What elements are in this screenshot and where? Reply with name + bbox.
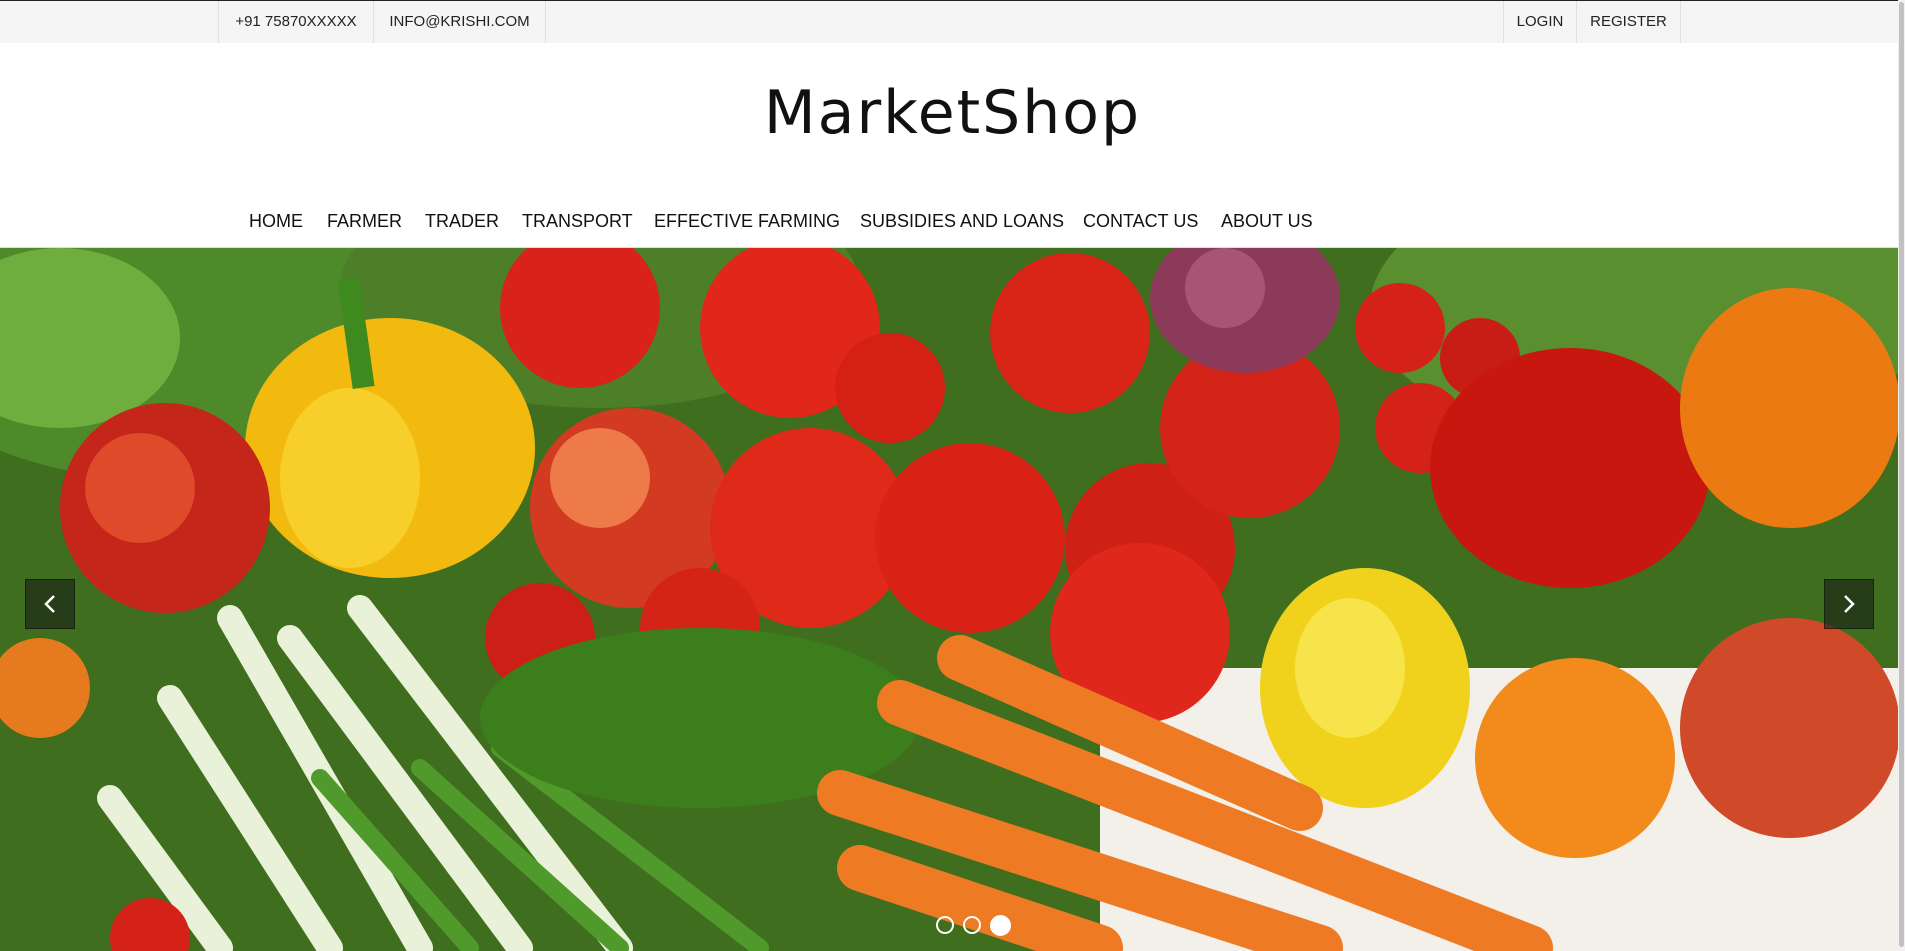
page-scrollbar-thumb[interactable] (1899, 2, 1904, 947)
nav-effective-farming[interactable]: EFFECTIVE FARMING (654, 190, 840, 248)
chevron-right-icon (1844, 595, 1855, 613)
nav-home[interactable]: HOME (249, 190, 303, 248)
phone-number[interactable]: +91 75870XXXXX (218, 1, 374, 43)
slide-indicator-1[interactable] (936, 916, 954, 934)
chevron-left-icon (44, 595, 55, 613)
top-bar: +91 75870XXXXX INFO@KRISHI.COM LOGIN REG… (0, 0, 1905, 43)
login-link[interactable]: LOGIN (1503, 1, 1577, 43)
main-nav: HOME FARMER TRADER TRANSPORT EFFECTIVE F… (0, 190, 1905, 248)
slide-indicator-3[interactable] (990, 915, 1011, 936)
nav-about-us[interactable]: ABOUT US (1221, 190, 1313, 248)
nav-contact-us[interactable]: CONTACT US (1083, 190, 1198, 248)
vegetables-image (0, 248, 1898, 951)
email-link[interactable]: INFO@KRISHI.COM (373, 1, 546, 43)
nav-farmer[interactable]: FARMER (327, 190, 402, 248)
slider-next-button[interactable] (1824, 579, 1874, 629)
register-link[interactable]: REGISTER (1576, 1, 1681, 43)
nav-transport[interactable]: TRANSPORT (522, 190, 633, 248)
slide-indicator-2[interactable] (963, 916, 981, 934)
nav-trader[interactable]: TRADER (425, 190, 499, 248)
hero-slider (0, 248, 1898, 951)
nav-subsidies-and-loans[interactable]: SUBSIDIES AND LOANS (860, 190, 1064, 248)
site-logo[interactable]: MarketShop (0, 43, 1905, 183)
slider-prev-button[interactable] (25, 579, 75, 629)
